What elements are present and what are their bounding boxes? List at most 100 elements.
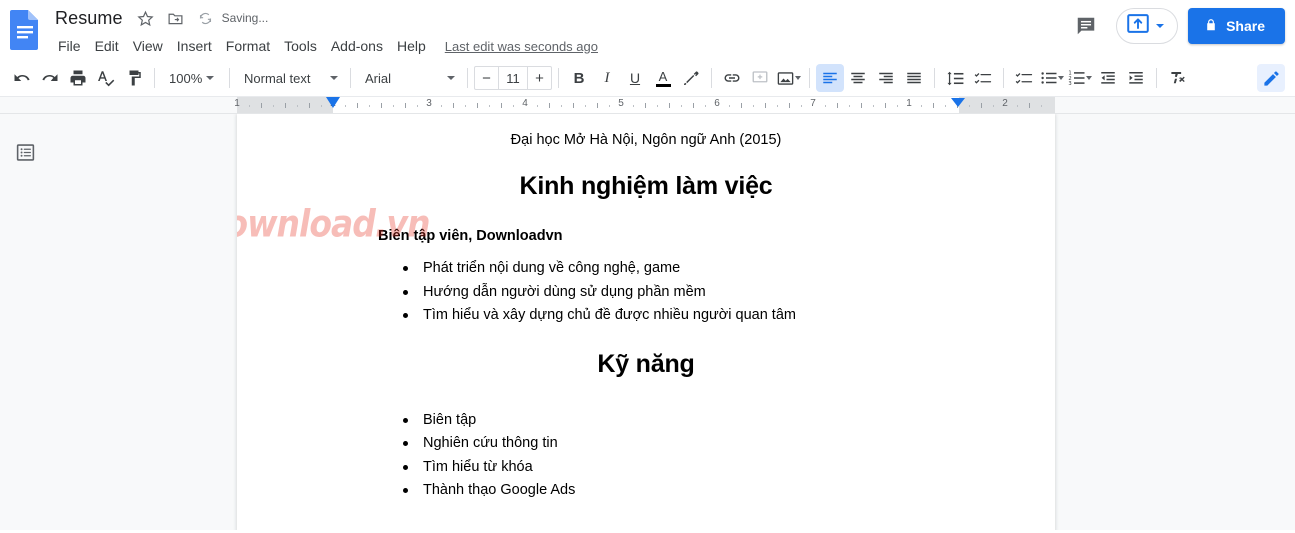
underline-label: U (629, 70, 641, 86)
highlight-pen-icon[interactable] (677, 64, 705, 92)
ruler-tick (753, 105, 754, 107)
print-icon[interactable] (64, 64, 92, 92)
paint-format-icon[interactable] (120, 64, 148, 92)
google-docs-logo[interactable] (8, 8, 42, 52)
menu-insert[interactable]: Insert (170, 36, 219, 56)
indent-decrease-icon[interactable] (1094, 64, 1122, 92)
align-right-icon[interactable] (872, 64, 900, 92)
ruler-tick (777, 105, 778, 107)
paragraph-style-selector[interactable]: Normal text (236, 65, 344, 91)
ruler-tick (489, 105, 490, 107)
numbered-list-button[interactable]: 1 2 3 (1066, 64, 1094, 92)
menu-format[interactable]: Format (219, 36, 277, 56)
menu-file[interactable]: File (51, 36, 88, 56)
right-indent-marker[interactable] (951, 98, 965, 107)
menu-view[interactable]: View (126, 36, 170, 56)
lock-icon (1204, 18, 1218, 35)
list-item[interactable]: Tìm hiểu từ khóa (403, 456, 959, 479)
clear-formatting-icon[interactable] (1163, 64, 1191, 92)
ruler-tick (381, 103, 382, 108)
ruler-tick (309, 103, 310, 108)
document-title[interactable]: Resume (50, 6, 128, 31)
chevron-down-icon[interactable] (1155, 24, 1164, 28)
ruler-tick (885, 103, 886, 108)
menu-help[interactable]: Help (390, 36, 433, 56)
ruler-number: 7 (810, 98, 816, 109)
last-edit-link[interactable]: Last edit was seconds ago (445, 39, 598, 54)
star-outline-icon[interactable] (134, 6, 158, 30)
list-item[interactable]: Hướng dẫn người dùng sử dụng phần mềm (403, 281, 959, 304)
checklist-icon[interactable] (969, 64, 997, 92)
job-title[interactable]: Biên tập viên, Downloadvn (333, 227, 959, 246)
toolbar-divider (1156, 68, 1157, 88)
spellcheck-icon[interactable] (92, 64, 120, 92)
experience-heading[interactable]: Kinh nghiệm làm việc (333, 171, 959, 202)
font-family-selector[interactable]: Arial (357, 65, 461, 91)
toolbar-divider (558, 68, 559, 88)
bold-button[interactable]: B (565, 64, 593, 92)
education-line[interactable]: Đại học Mở Hà Nội, Ngôn ngữ Anh (2015) (333, 131, 959, 150)
comment-history-icon[interactable] (1066, 6, 1106, 46)
menu-add-ons[interactable]: Add-ons (324, 36, 390, 56)
document-outline-icon[interactable] (11, 138, 39, 166)
ruler-tick (765, 103, 766, 108)
text-color-swatch (655, 83, 671, 87)
ruler-tick (741, 103, 742, 108)
ruler-tick (1041, 105, 1042, 107)
outline-rail (0, 114, 48, 530)
ruler-tick (1029, 103, 1030, 108)
left-indent-marker[interactable] (326, 97, 340, 108)
present-upload-icon (1126, 14, 1149, 38)
skills-heading[interactable]: Kỹ năng (333, 349, 959, 380)
sync-cloud-icon (194, 6, 218, 30)
list-item[interactable]: Tìm hiểu và xây dựng chủ đề được nhiều n… (403, 304, 959, 327)
bulleted-list-button[interactable] (1038, 64, 1066, 92)
italic-button[interactable]: I (593, 64, 621, 92)
ruler-tick (549, 103, 550, 108)
share-button[interactable]: Share (1188, 8, 1285, 44)
font-size-decrease-button[interactable]: − (475, 67, 498, 89)
align-center-icon[interactable] (844, 64, 872, 92)
document-page[interactable]: Download.vn Đại học Mở Hà Nội, Ngôn ngữ … (237, 114, 1055, 530)
font-size-input[interactable]: 11 (498, 67, 528, 89)
indent-increase-icon[interactable] (1122, 64, 1150, 92)
present-button[interactable] (1116, 8, 1179, 44)
ruler-tick (657, 105, 658, 107)
toolbar-divider (467, 68, 468, 88)
underline-button[interactable]: U (621, 64, 649, 92)
ruler-tick (969, 105, 970, 107)
redo-icon[interactable] (36, 64, 64, 92)
list-item[interactable]: Thành thạo Google Ads (403, 479, 959, 502)
font-size-stepper: − 11 + (474, 66, 552, 90)
ruler-tick (537, 105, 538, 107)
align-left-icon[interactable] (816, 64, 844, 92)
header-actions: Share (1066, 6, 1285, 46)
insert-link-icon[interactable] (718, 64, 746, 92)
zoom-selector[interactable]: 100% (161, 65, 223, 91)
list-item[interactable]: Nghiên cứu thông tin (403, 432, 959, 455)
toolbar-divider (229, 68, 230, 88)
ruler-tick (837, 103, 838, 108)
ruler-tick (453, 103, 454, 108)
line-spacing-icon[interactable] (941, 64, 969, 92)
menu-tools[interactable]: Tools (277, 36, 324, 56)
move-to-folder-icon[interactable] (164, 6, 188, 30)
formatting-toolbar: 100% Normal text Arial − 11 + B I U A 1 … (0, 60, 1295, 97)
ruler-tick (597, 103, 598, 108)
ruler[interactable]: 1 2 3 4 5 6 7 1 2 (0, 97, 1295, 114)
align-justify-icon[interactable] (900, 64, 928, 92)
menu-edit[interactable]: Edit (88, 36, 126, 56)
undo-icon[interactable] (8, 64, 36, 92)
ruler-tick (513, 105, 514, 107)
list-item[interactable]: Biên tập (403, 409, 959, 432)
checklist-icon-2[interactable] (1010, 64, 1038, 92)
bulleted-list-icon (1040, 69, 1058, 87)
list-item[interactable]: Phát triển nội dung về công nghệ, game (403, 257, 959, 280)
add-comment-icon[interactable] (746, 64, 774, 92)
text-color-button[interactable]: A (649, 64, 677, 92)
font-size-increase-button[interactable]: + (528, 67, 551, 89)
edit-pencil-icon[interactable] (1257, 64, 1285, 92)
ruler-tick (321, 105, 322, 107)
toolbar-divider (934, 68, 935, 88)
insert-image-button[interactable] (774, 64, 803, 92)
